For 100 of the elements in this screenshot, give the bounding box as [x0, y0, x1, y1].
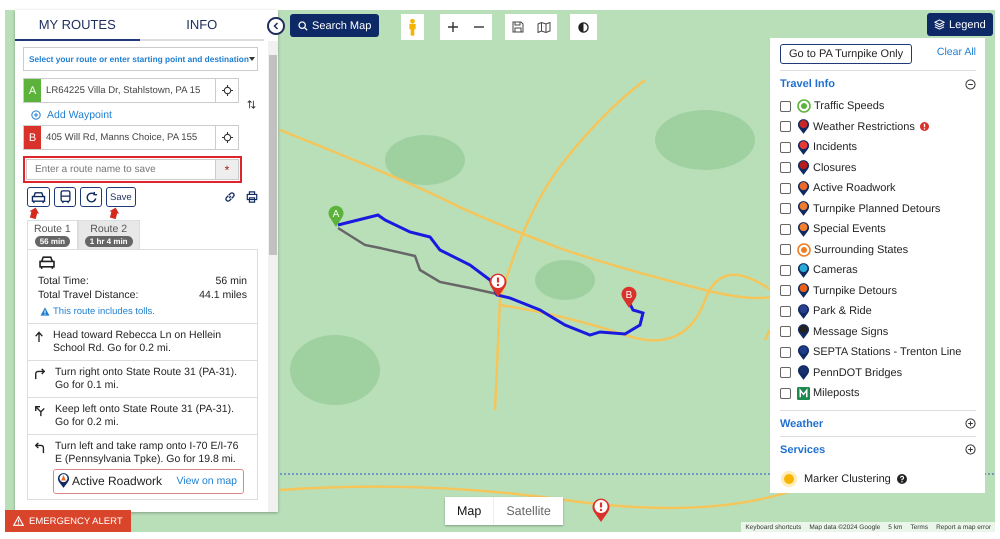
checkbox[interactable]	[780, 346, 791, 358]
checkbox[interactable]	[780, 162, 791, 174]
checkbox[interactable]	[780, 244, 791, 256]
clear-all-link[interactable]: Clear All	[936, 46, 976, 58]
checkbox[interactable]	[780, 285, 791, 296]
map-type-toggle[interactable]: Map	[445, 497, 494, 525]
scrollbar[interactable]	[268, 41, 278, 512]
save-button[interactable]: Save	[106, 187, 136, 207]
emergency-alert-button[interactable]: EMERGENCY ALERT	[5, 510, 131, 532]
checkbox[interactable]	[780, 100, 791, 112]
checkbox[interactable]	[780, 203, 791, 214]
panel-tab[interactable]: MY ROUTES	[15, 10, 140, 41]
checkbox[interactable]	[780, 142, 791, 153]
view-on-map-link[interactable]: View on map	[176, 474, 237, 486]
legend-label: Surrounding States	[814, 244, 908, 256]
direction-step: Head toward Rebecca Ln on Hellein School Rd. Go for 0.2 mi.	[53, 329, 247, 355]
help-icon[interactable]	[896, 474, 907, 484]
route-tab[interactable]: Route 2 1 hr 4 min	[78, 220, 140, 249]
crosshair-icon	[222, 132, 232, 143]
legend-label: Turnpike Detours	[813, 284, 897, 297]
legend-label: SEPTA Stations - Trenton Line	[813, 346, 962, 358]
duration-badge: 1 hr 4 min	[84, 236, 133, 247]
checkbox[interactable]	[780, 182, 791, 194]
legend-label: Special Events	[813, 223, 886, 236]
legend-label: Active Roadwork	[813, 182, 896, 194]
bus-button[interactable]	[54, 187, 76, 207]
direction-step: Keep left onto State Route 31 (PA-31). Go for 0.2 mi.	[55, 403, 247, 429]
legend-label: Message Signs	[813, 326, 888, 338]
crosshair-icon	[222, 85, 232, 96]
person-icon	[408, 18, 417, 36]
incident-pin-icon[interactable]	[488, 272, 508, 298]
save-map-button[interactable]	[512, 21, 524, 33]
search-icon	[298, 20, 308, 30]
collapse-icon[interactable]	[965, 78, 976, 90]
duration-badge: 56 min	[34, 236, 70, 247]
summary-label: Total Time:	[38, 275, 89, 287]
map-layers-button[interactable]	[536, 21, 550, 33]
required-mark: *	[216, 159, 239, 180]
checkbox[interactable]	[780, 388, 791, 399]
summary-label: Total Travel Distance:	[38, 289, 138, 301]
link-icon[interactable]	[224, 191, 236, 203]
route-name-field[interactable]: Enter a route name to save	[26, 159, 216, 180]
expand-icon[interactable]	[965, 444, 976, 455]
toll-note: This route includes tolls.	[53, 306, 155, 317]
chevron-left-icon	[273, 22, 279, 30]
panel-tab[interactable]: INFO	[140, 10, 264, 41]
clustering-label: Marker Clustering	[804, 472, 891, 484]
section-title[interactable]: Services	[780, 444, 826, 456]
bus-icon	[58, 190, 72, 204]
route-marker[interactable]: B	[620, 285, 638, 309]
alert-title: Active Roadwork	[72, 474, 164, 488]
checkbox[interactable]	[780, 367, 791, 378]
car-icon	[31, 190, 46, 204]
add-waypoint-link[interactable]: Add Waypoint	[31, 109, 112, 121]
checkbox[interactable]	[780, 264, 791, 276]
route-select[interactable]: Select your route or enter starting point and destination	[23, 47, 258, 71]
zoom-in-button[interactable]	[448, 22, 458, 32]
checkbox[interactable]	[780, 306, 791, 317]
direction-step: Turn right onto State Route 31 (PA-31). Go for 0.1 mi.	[55, 366, 247, 392]
keep-left-icon	[34, 405, 46, 417]
sun-icon	[780, 470, 798, 488]
incident-pin-icon[interactable]	[591, 497, 611, 523]
checkbox[interactable]	[780, 326, 791, 338]
legend-label: Cameras	[813, 264, 858, 276]
address-field[interactable]: B 405 Will Rd, Manns Choice, PA 155	[23, 125, 239, 150]
turnpike-only-button[interactable]: Go to PA Turnpike Only	[780, 44, 912, 64]
route-tab[interactable]: Route 1 56 min	[27, 220, 78, 249]
refresh-icon	[84, 190, 98, 204]
layers-icon	[934, 19, 945, 30]
contrast-control[interactable]	[570, 14, 597, 40]
add-circle-icon	[31, 110, 41, 120]
refresh-button[interactable]	[80, 187, 102, 207]
legend-label: Incidents	[813, 141, 858, 154]
legend-button[interactable]: Legend	[927, 13, 993, 36]
summary-value: 44.1 miles	[199, 289, 247, 301]
turn-left-icon	[34, 442, 46, 454]
search-map-button[interactable]: Search Map	[290, 14, 380, 37]
legend-label: Park & Ride	[813, 305, 872, 318]
plus-icon	[448, 22, 458, 32]
straight-arrow-icon	[34, 331, 44, 343]
contrast-icon	[578, 22, 589, 32]
expand-icon[interactable]	[965, 418, 976, 429]
legend-label: Traffic Speeds	[814, 100, 884, 112]
roadwork-pin-icon	[57, 472, 70, 489]
car-button[interactable]	[27, 187, 50, 207]
address-field[interactable]: A LR64225 Villa Dr, Stahlstown, PA 15	[23, 78, 239, 103]
swap-icon[interactable]	[247, 98, 256, 110]
map-type-toggle[interactable]: Satellite	[493, 497, 563, 525]
section-title[interactable]: Travel Info	[780, 78, 836, 90]
legend-label: Turnpike Planned Detours	[813, 202, 940, 215]
legend-label: Weather Restrictions	[813, 120, 915, 133]
checkbox[interactable]	[780, 224, 791, 235]
car-icon	[38, 255, 56, 270]
checkbox[interactable]	[780, 121, 791, 132]
warning-icon	[40, 307, 50, 316]
direction-step: Turn left and take ramp onto I-70 E/I-76 E (Pennsylvania Tpke). Go for 19.8 mi.	[55, 440, 247, 466]
legend-label: Closures	[813, 162, 856, 174]
section-title[interactable]: Weather	[780, 418, 824, 430]
warning-icon	[13, 516, 24, 526]
print-icon[interactable]	[246, 191, 258, 203]
